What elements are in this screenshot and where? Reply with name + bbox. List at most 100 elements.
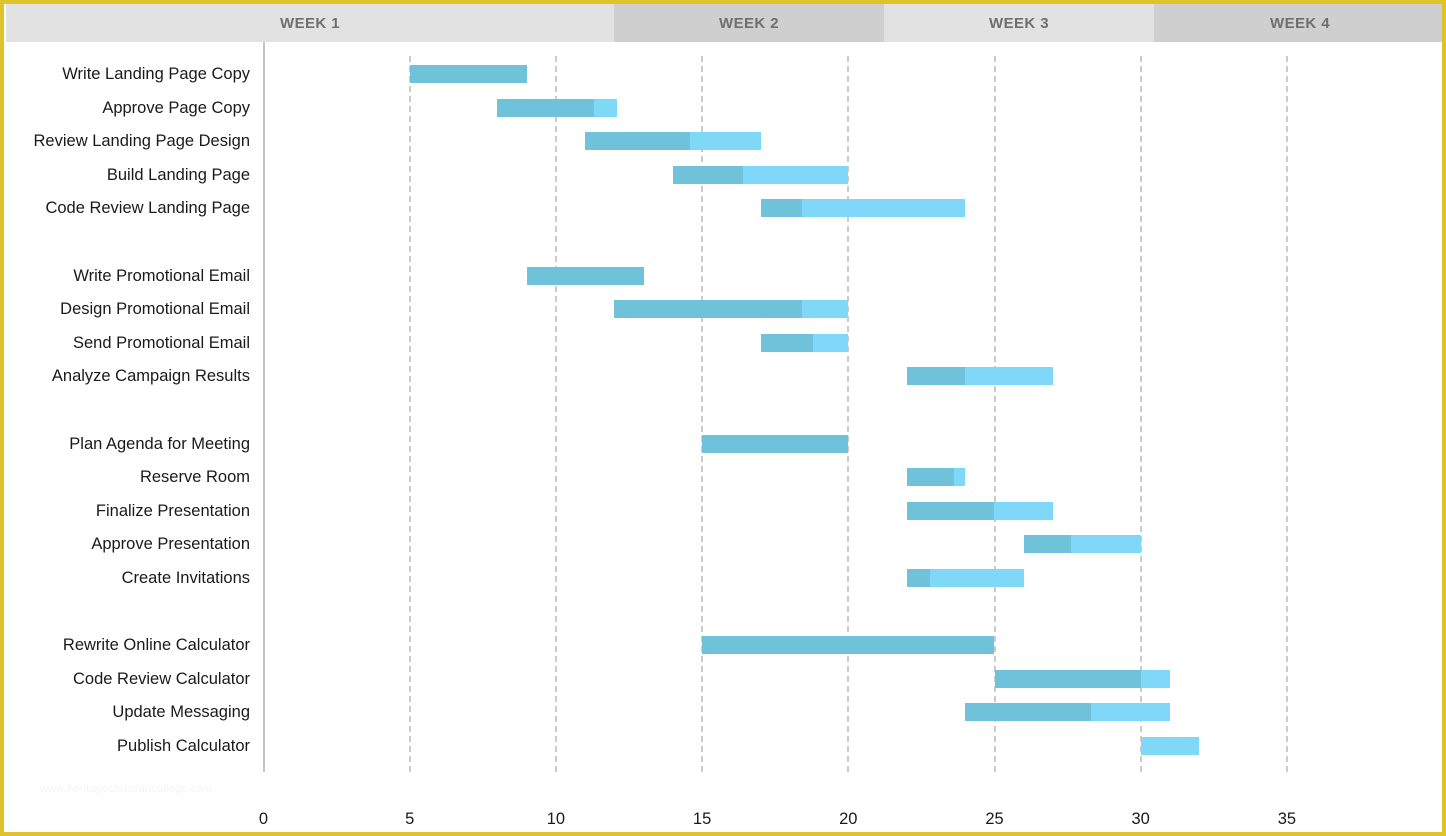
task-bar-remaining [813, 333, 849, 352]
task-bar-complete [760, 199, 802, 218]
task-bar-complete [906, 569, 931, 587]
task-bar-remaining [801, 199, 966, 218]
task-bar-complete [906, 468, 954, 487]
task-label: Build Landing Page [106, 165, 250, 184]
gantt-task-row: Approve Presentation [4, 531, 1442, 557]
task-label: Update Messaging [112, 703, 250, 722]
task-bar-remaining [1140, 737, 1200, 755]
task-bar[interactable] [906, 367, 1053, 386]
task-bar-complete [994, 669, 1141, 688]
task-bar-complete [965, 703, 1091, 722]
task-label: Review Landing Page Design [33, 132, 250, 151]
task-bar[interactable] [409, 65, 527, 83]
gantt-task-row: Write Promotional Email [4, 263, 1442, 289]
gantt-task-row: Build Landing Page [4, 162, 1442, 188]
task-label: Approve Presentation [91, 535, 250, 554]
task-bar-remaining [930, 569, 1024, 587]
gantt-plot-area: Write Landing Page Copy Approve Page Copy… [4, 42, 1442, 832]
week-header-cell-1: WEEK 1 [6, 4, 614, 42]
x-axis-tick-label: 25 [985, 810, 1004, 828]
task-bar-complete [672, 165, 744, 184]
task-bar-remaining [801, 300, 849, 319]
task-label: Send Promotional Email [72, 333, 250, 352]
gantt-task-row: Reserve Room [4, 464, 1442, 490]
task-bar[interactable] [614, 300, 849, 319]
task-bar-remaining [965, 367, 1053, 386]
x-axis-ticks: 0 5 10 15 20 25 30 35 [4, 810, 1442, 832]
week-header-band: WEEK 1 WEEK 2 WEEK 3 WEEK 4 [4, 4, 1442, 42]
week-header-label: WEEK 2 [719, 14, 779, 32]
task-bar-complete [585, 132, 691, 151]
task-bar-complete [702, 434, 849, 453]
gantt-chart-page: WEEK 1 WEEK 2 WEEK 3 WEEK 4 Write Landing P… [0, 0, 1446, 836]
task-bar-remaining [953, 468, 966, 487]
gantt-task-row: Code Review Calculator [4, 666, 1442, 692]
task-label: Plan Agenda for Meeting [69, 434, 250, 453]
task-bar-complete [906, 367, 966, 386]
task-label: Write Landing Page Copy [62, 65, 250, 83]
task-bar[interactable] [906, 468, 966, 487]
task-label: Publish Calculator [117, 737, 250, 755]
task-bar[interactable] [585, 132, 761, 151]
task-bar-complete [760, 333, 814, 352]
x-axis-tick-label: 35 [1277, 810, 1297, 828]
watermark-text: www.heritagechristiancollege.com [40, 783, 213, 795]
task-label: Code Review Landing Page [45, 199, 250, 218]
task-bar-remaining [690, 132, 761, 151]
x-axis-tick-label: 30 [1131, 810, 1150, 828]
task-bar[interactable] [672, 165, 849, 184]
task-bar-complete [526, 266, 644, 285]
task-bar[interactable] [965, 703, 1170, 722]
task-bar-complete [702, 636, 995, 655]
task-label: Write Promotional Email [73, 266, 250, 285]
gantt-task-row: Design Promotional Email [4, 296, 1442, 322]
task-bar-complete [409, 65, 527, 83]
task-bar-complete [906, 501, 995, 520]
gantt-task-row: Update Messaging [4, 699, 1442, 725]
gantt-task-row: Review Landing Page Design [4, 128, 1442, 154]
task-label: Create Invitations [121, 569, 250, 587]
gantt-task-row: Rewrite Online Calculator [4, 632, 1442, 658]
task-bar[interactable] [497, 98, 618, 117]
task-bar[interactable] [702, 434, 849, 453]
task-label: Finalize Presentation [95, 501, 250, 520]
task-label: Analyze Campaign Results [51, 367, 250, 386]
week-header-label: WEEK 3 [989, 14, 1049, 32]
task-bar[interactable] [994, 669, 1170, 688]
gantt-task-row: Send Promotional Email [4, 330, 1442, 356]
gantt-task-row: Code Review Landing Page [4, 195, 1442, 221]
task-bar-remaining [1090, 703, 1170, 722]
task-bar-complete [1023, 535, 1071, 554]
x-axis-tick-label: 5 [405, 810, 415, 828]
x-axis-tick-label: 10 [546, 810, 566, 828]
task-label: Approve Page Copy [102, 98, 250, 117]
week-header-cell-3: WEEK 3 [884, 4, 1154, 42]
x-axis-tick-label: 0 [258, 810, 269, 828]
task-bar-remaining [1070, 535, 1141, 554]
week-header-cell-4: WEEK 4 [1154, 4, 1442, 42]
task-label: Reserve Room [139, 468, 250, 487]
x-axis-tick-label: 15 [692, 810, 712, 828]
task-bar-complete [497, 98, 594, 117]
task-bar[interactable] [702, 636, 995, 655]
task-label: Rewrite Online Calculator [62, 636, 250, 655]
task-bar-remaining [1140, 669, 1170, 688]
task-bar[interactable] [1140, 737, 1200, 755]
week-header-label: WEEK 4 [1270, 14, 1330, 32]
task-bar[interactable] [906, 501, 1053, 520]
task-bar[interactable] [760, 333, 849, 352]
task-bar-remaining [743, 165, 849, 184]
task-bar[interactable] [526, 266, 644, 285]
task-bar[interactable] [906, 569, 1024, 587]
task-bar[interactable] [1023, 535, 1141, 554]
task-label: Design Promotional Email [60, 300, 250, 319]
task-bar-complete [614, 300, 802, 319]
gantt-task-row: Approve Page Copy [4, 95, 1442, 121]
gantt-task-row: Create Invitations [4, 565, 1442, 591]
gantt-task-row: Write Landing Page Copy [4, 61, 1442, 87]
week-header-cell-2: WEEK 2 [614, 4, 884, 42]
task-bar-remaining [994, 501, 1053, 520]
task-bar[interactable] [760, 199, 966, 218]
gantt-task-row: Publish Calculator [4, 733, 1442, 759]
gantt-task-row: Finalize Presentation [4, 498, 1442, 524]
